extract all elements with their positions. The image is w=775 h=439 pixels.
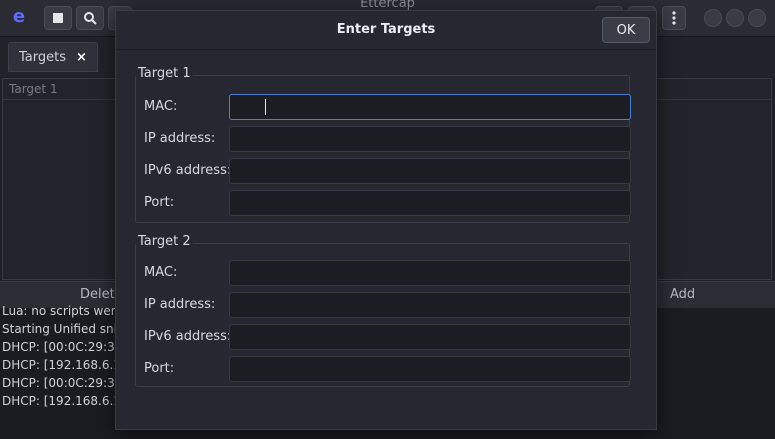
minimize-button[interactable] [704,9,722,27]
tab-label: Targets [19,49,66,65]
port-row: Port: [144,356,631,382]
ipv6-label: IPv6 address: [144,163,232,178]
mac-row: MAC: [144,94,631,120]
text-caret [265,99,266,115]
enter-targets-dialog: Enter Targets OK Target 1 MAC: IP addres… [115,10,657,430]
target1-ip-input[interactable] [229,126,631,152]
dialog-title: Enter Targets [336,22,436,37]
port-row: Port: [144,190,631,216]
target-2-group: Target 2 MAC: IP address: IPv6 address: … [135,234,631,387]
tab-targets[interactable]: Targets × [8,42,98,72]
ipv6-row: IPv6 address: [144,158,631,184]
ipv6-row: IPv6 address: [144,324,631,350]
target1-ipv6-input[interactable] [229,158,631,184]
stop-icon [53,13,63,23]
target1-mac-input[interactable] [229,94,631,120]
port-label: Port: [144,361,175,376]
menu-button[interactable] [662,6,686,30]
kebab-menu-icon [672,11,676,25]
target1-port-input[interactable] [229,190,631,216]
target2-ip-input[interactable] [229,292,631,318]
ip-label: IP address: [144,131,216,146]
mac-label: MAC: [144,99,178,114]
port-label: Port: [144,195,175,210]
group-legend: Target 1 [136,66,193,81]
target2-port-input[interactable] [229,356,631,382]
ipv6-label: IPv6 address: [144,329,232,344]
close-icon[interactable]: × [76,50,87,65]
mac-row: MAC: [144,260,631,286]
maximize-button[interactable] [726,9,744,27]
ok-button[interactable]: OK [602,17,650,43]
close-window-button[interactable] [748,9,766,27]
target-1-group: Target 1 MAC: IP address: IPv6 address: … [135,66,631,223]
target2-mac-input[interactable] [229,260,631,286]
add-button[interactable]: Add [670,287,695,302]
ip-label: IP address: [144,297,216,312]
mac-label: MAC: [144,265,178,280]
ip-row: IP address: [144,292,631,318]
group-legend: Target 2 [136,234,193,249]
dialog-header: Enter Targets OK [116,11,656,50]
search-icon [84,12,97,25]
target2-ipv6-input[interactable] [229,324,631,350]
ip-row: IP address: [144,126,631,152]
